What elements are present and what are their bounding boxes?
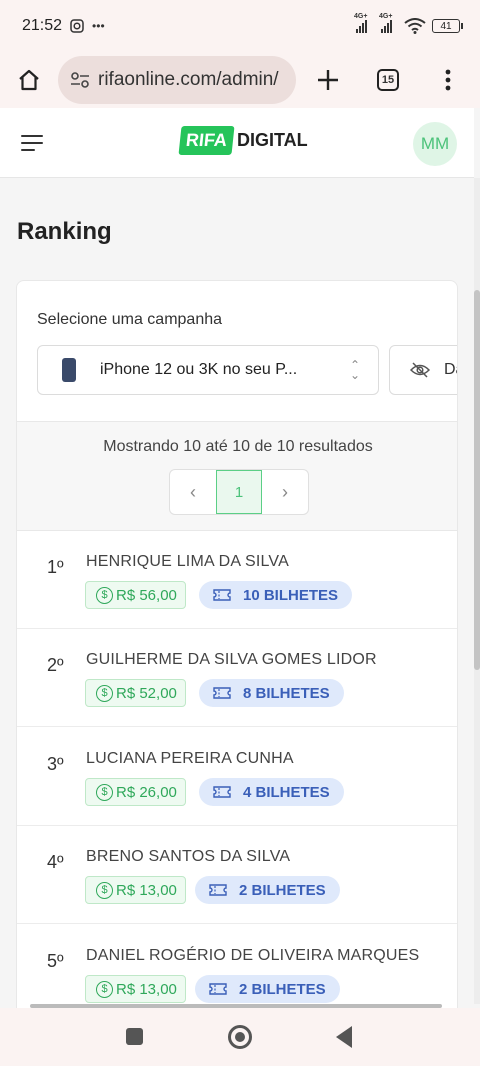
battery-icon: 41 [432, 19, 463, 33]
browser-menu-button[interactable] [416, 69, 480, 91]
dollar-icon: $ [96, 783, 113, 801]
url-text: rifaonline.com/admin/ [98, 69, 279, 90]
menu-icon[interactable] [0, 134, 64, 151]
dollar-icon: $ [96, 980, 113, 998]
page-1-button[interactable]: 1 [216, 470, 262, 514]
tickets-badge: 8 BILHETES [199, 679, 344, 707]
new-tab-button[interactable] [296, 69, 360, 91]
ticket-icon [213, 687, 231, 699]
rank-position: 3º [47, 754, 64, 774]
ranking-row: 3º LUCIANA PEREIRA CUNHA $ R$ 26,00 4 BIL… [17, 728, 457, 826]
site-settings-icon [71, 72, 89, 88]
eye-off-icon [410, 362, 430, 378]
back-button[interactable] [336, 1026, 352, 1048]
pagination: ‹ 1 › [169, 469, 309, 515]
tickets-badge: 4 BILHETES [199, 778, 344, 806]
ranking-row: 1º HENRIQUE LIMA DA SILVA $ R$ 56,00 10 B… [17, 531, 457, 629]
system-navigation-bar [0, 1008, 480, 1066]
ticket-icon [209, 983, 227, 995]
tab-count: 15 [377, 69, 399, 91]
more-vert-icon [445, 69, 451, 91]
ticket-icon [209, 884, 227, 896]
logo[interactable]: RIFA DIGITAL [178, 126, 308, 155]
instagram-icon [70, 19, 84, 33]
home-button[interactable] [0, 52, 58, 108]
next-page-button[interactable]: › [262, 470, 308, 514]
logo-digital: DIGITAL [237, 130, 308, 150]
signal-icon-2: 4G+ [379, 13, 392, 33]
participant-name: DANIEL ROGÉRIO DE OLIVEIRA MARQUES [86, 947, 420, 964]
chevron-up-down-icon: ⌃ ⌄ [349, 358, 360, 382]
amount-badge: $ R$ 26,00 [85, 778, 186, 806]
wifi-icon [404, 18, 426, 34]
participant-name: HENRIQUE LIMA DA SILVA [86, 553, 289, 570]
prev-page-button[interactable]: ‹ [170, 470, 216, 514]
browser-toolbar: rifaonline.com/admin/ 15 [0, 52, 480, 108]
tab-switcher-button[interactable]: 15 [360, 69, 416, 91]
avatar[interactable]: MM [413, 122, 457, 166]
participant-name: GUILHERME DA SILVA GOMES LIDOR [86, 651, 377, 668]
dollar-icon: $ [96, 881, 113, 899]
rank-position: 4º [47, 852, 64, 872]
status-bar: 21:52 ••• 4G+ 4G+ 41 [0, 0, 480, 52]
ranking-row: 4º BRENO SANTOS DA SILVA $ R$ 13,00 2 BIL… [17, 826, 457, 924]
logo-rifa: RIFA [178, 126, 235, 155]
signal-icon: 4G+ [354, 13, 367, 33]
data-visibility-toggle[interactable]: Dados [389, 345, 457, 395]
dollar-icon: $ [96, 586, 113, 604]
dollar-icon: $ [96, 684, 113, 702]
plus-icon [318, 70, 338, 90]
campaign-select-label: Selecione uma campanha [37, 311, 223, 328]
amount-badge: $ R$ 13,00 [85, 876, 186, 904]
home-icon [19, 69, 39, 91]
home-nav-button[interactable] [228, 1025, 252, 1049]
amount-badge: $ R$ 52,00 [85, 679, 186, 707]
ticket-icon [213, 786, 231, 798]
participant-name: LUCIANA PEREIRA CUNHA [86, 750, 294, 767]
more-notifications-icon: ••• [92, 19, 105, 33]
participant-name: BRENO SANTOS DA SILVA [86, 848, 291, 865]
phone-thumbnail-icon [62, 358, 76, 382]
recents-button[interactable] [126, 1028, 143, 1045]
page-title: Ranking [17, 218, 112, 245]
rank-position: 1º [47, 557, 64, 577]
amount-badge: $ R$ 13,00 [85, 975, 186, 1003]
ranking-row: 2º GUILHERME DA SILVA GOMES LIDOR $ R$ 52… [17, 629, 457, 727]
campaign-select[interactable]: iPhone 12 ou 3K no seu P... ⌃ ⌄ [37, 345, 379, 395]
tickets-badge: 2 BILHETES [195, 975, 340, 1003]
ticket-icon [213, 589, 231, 601]
campaign-selected-value: iPhone 12 ou 3K no seu P... [100, 361, 298, 378]
tickets-badge: 2 BILHETES [195, 876, 340, 904]
app-header: RIFA DIGITAL MM [0, 108, 474, 178]
results-summary: Mostrando 10 até 10 de 10 resultados [103, 438, 373, 455]
address-bar[interactable]: rifaonline.com/admin/ [58, 56, 296, 104]
amount-badge: $ R$ 56,00 [85, 581, 186, 609]
status-time: 21:52 [22, 17, 63, 34]
rank-position: 2º [47, 655, 64, 675]
ranking-card: Selecione uma campanha iPhone 12 ou 3K n… [16, 280, 458, 1020]
data-toggle-label: Dados [444, 361, 457, 378]
scrollbar-thumb[interactable] [474, 290, 480, 670]
rank-position: 5º [47, 951, 64, 971]
tickets-badge: 10 BILHETES [199, 581, 353, 609]
